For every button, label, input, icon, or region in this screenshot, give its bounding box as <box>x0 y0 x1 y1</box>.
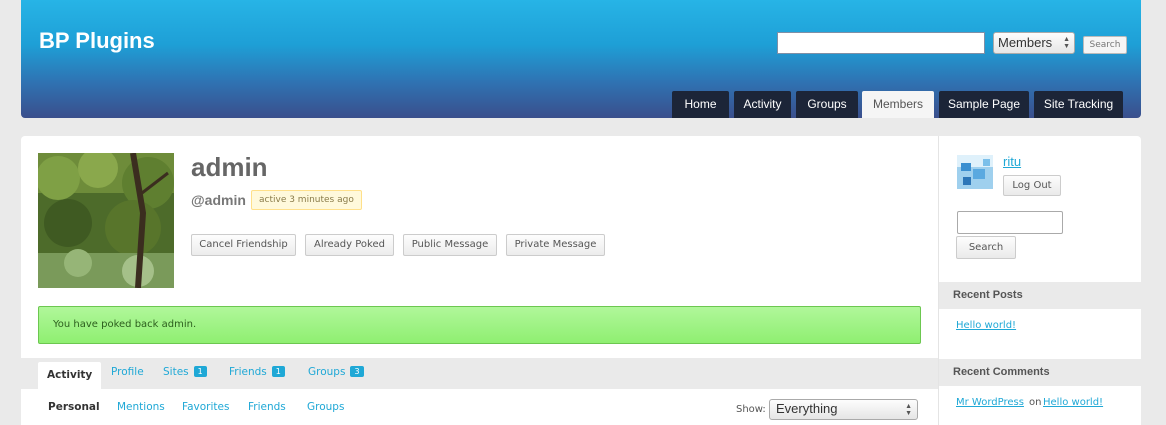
tab-label: Profile <box>111 366 144 378</box>
subnav-groups[interactable]: Groups <box>307 401 344 413</box>
profile-handle: @admin <box>191 192 246 208</box>
cancel-friendship-button[interactable]: Cancel Friendship <box>191 234 296 256</box>
tab-profile[interactable]: Profile <box>111 366 144 378</box>
select-arrows-icon: ▲ ▼ <box>1063 36 1070 50</box>
sidebar-search-input[interactable] <box>957 211 1063 234</box>
already-poked-button[interactable]: Already Poked <box>305 234 394 256</box>
tab-activity[interactable]: Activity <box>38 362 102 389</box>
avatar-image <box>957 155 993 189</box>
comment-post-link[interactable]: Hello world! <box>1043 397 1103 408</box>
nav-activity[interactable]: Activity <box>734 91 791 118</box>
select-arrows-icon: ▲ ▼ <box>905 403 912 417</box>
recent-post-link[interactable]: Hello world! <box>956 320 1016 331</box>
tab-label: Sites <box>163 366 189 378</box>
comment-author-link[interactable]: Mr WordPress <box>956 397 1024 408</box>
activity-badge: active 3 minutes ago <box>251 190 362 210</box>
tab-label: Groups <box>308 366 346 378</box>
subnav-friends[interactable]: Friends <box>248 401 286 413</box>
tab-groups[interactable]: Groups 3 <box>308 366 364 378</box>
filter-value: Everything <box>776 401 838 416</box>
nav-site-tracking[interactable]: Site Tracking <box>1034 91 1123 118</box>
recent-comments-heading: Recent Comments <box>939 359 1141 386</box>
count-badge: 1 <box>193 366 207 377</box>
tab-label: Activity <box>47 369 93 381</box>
count-badge: 1 <box>271 366 285 377</box>
count-badge: 3 <box>350 366 364 377</box>
nav-home[interactable]: Home <box>672 91 729 118</box>
nav-sample-page[interactable]: Sample Page <box>939 91 1029 118</box>
tab-sites[interactable]: Sites 1 <box>163 366 207 378</box>
public-message-button[interactable]: Public Message <box>403 234 497 256</box>
subnav-personal[interactable]: Personal <box>48 401 100 413</box>
profile-avatar[interactable] <box>38 153 174 288</box>
subnav-favorites[interactable]: Favorites <box>182 401 229 413</box>
profile-tabs-bar <box>21 358 938 389</box>
recent-posts-heading: Recent Posts <box>939 282 1141 309</box>
logout-button[interactable]: Log Out <box>1003 175 1061 196</box>
filter-label: Show: <box>736 404 766 415</box>
sidebar-username-link[interactable]: ritu <box>1003 154 1021 169</box>
header-search-button[interactable]: Search <box>1083 36 1127 54</box>
header-search-input[interactable] <box>777 32 985 54</box>
tab-friends[interactable]: Friends 1 <box>229 366 285 378</box>
subnav-mentions[interactable]: Mentions <box>117 401 165 413</box>
profile-name: admin <box>191 152 268 182</box>
avatar-photo <box>38 153 174 288</box>
activity-filter-select[interactable]: Everything ▲ ▼ <box>769 399 918 420</box>
sidebar-search-button[interactable]: Search <box>956 236 1016 259</box>
nav-groups[interactable]: Groups <box>796 91 858 118</box>
sidebar-user-avatar[interactable] <box>957 155 993 189</box>
tab-label: Friends <box>229 366 267 378</box>
nav-members[interactable]: Members <box>862 91 934 118</box>
success-notice: You have poked back admin. <box>38 306 921 344</box>
comment-connector: on <box>1029 397 1042 408</box>
header-search-scope-select[interactable]: Members ▲ ▼ <box>993 32 1075 54</box>
site-title[interactable]: BP Plugins <box>39 28 155 54</box>
private-message-button[interactable]: Private Message <box>506 234 605 256</box>
search-scope-value: Members <box>998 35 1053 50</box>
